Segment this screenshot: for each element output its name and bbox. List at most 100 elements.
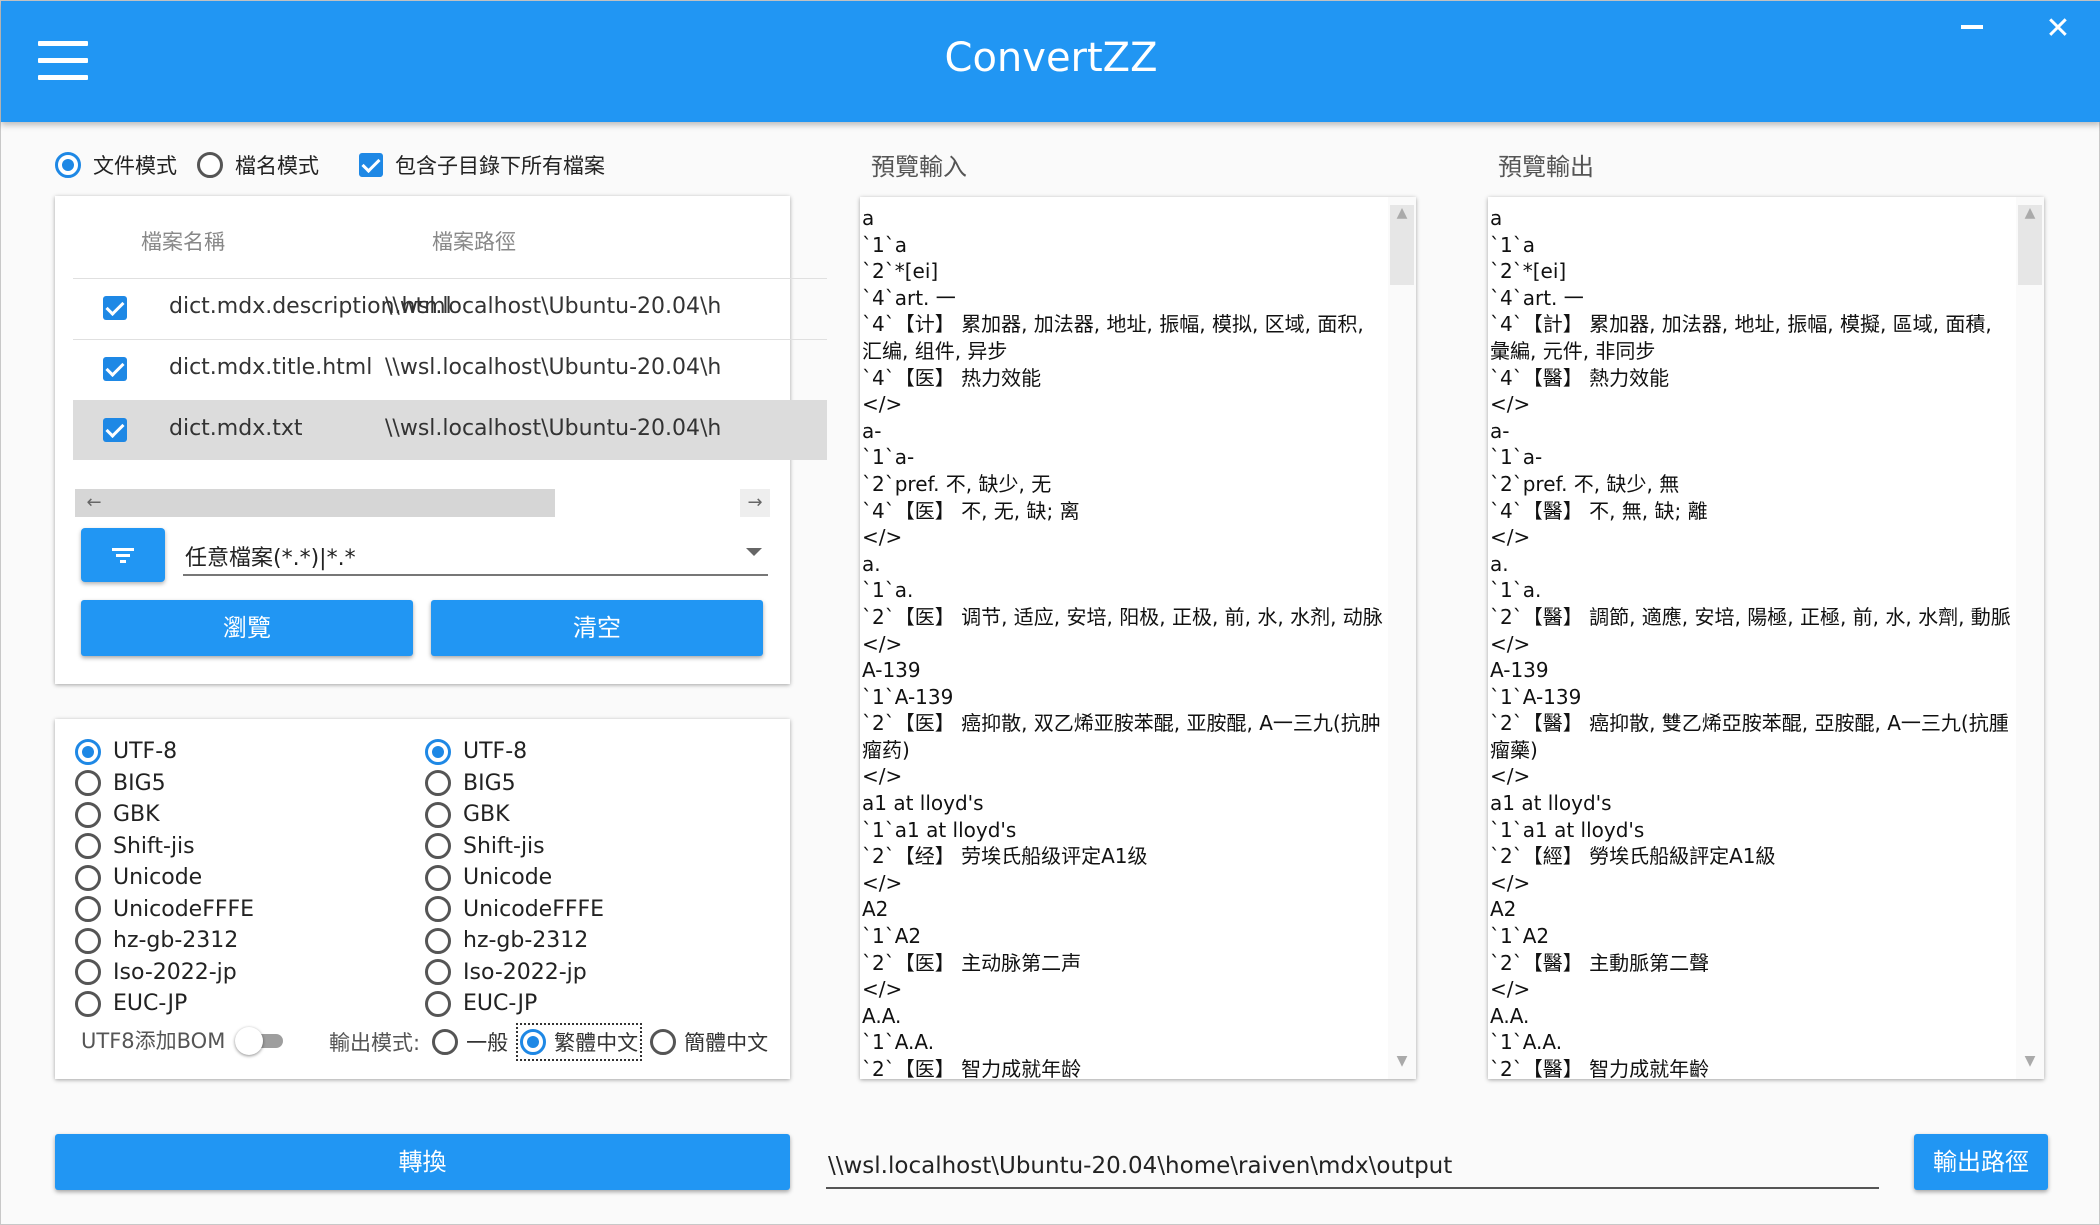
preview-input-label: 預覽輸入 xyxy=(871,153,967,181)
bom-setting: UTF8添加BOM xyxy=(81,1025,287,1055)
encoding-radio[interactable] xyxy=(75,927,101,954)
encoding-radio[interactable] xyxy=(75,864,101,891)
close-icon[interactable]: ✕ xyxy=(2043,11,2073,47)
output-encoding-option[interactable]: hz-gb-2312 xyxy=(425,925,604,957)
output-mode-radio[interactable] xyxy=(520,1029,547,1055)
row-checkbox[interactable] xyxy=(103,296,127,320)
arrow-up-icon[interactable]: ▲ xyxy=(2016,205,2044,221)
input-encoding-option[interactable]: Iso-2022-jp xyxy=(75,957,254,989)
output-encoding-option[interactable]: Iso-2022-jp xyxy=(425,957,604,989)
preview-output-text: a `1`a `2`*[ei] `4`art. 一 `4`【計】 累加器, 加法… xyxy=(1490,206,2011,1079)
output-encoding-option[interactable]: UTF-8 xyxy=(425,736,604,768)
encoding-radio[interactable] xyxy=(75,801,101,828)
encoding-label: BIG5 xyxy=(113,770,166,796)
include-subdirs-checkbox[interactable] xyxy=(359,153,383,177)
input-encoding-option[interactable]: GBK xyxy=(75,799,254,831)
encoding-radio[interactable] xyxy=(75,770,101,797)
encoding-radio[interactable] xyxy=(75,959,101,986)
encoding-radio[interactable] xyxy=(425,896,451,923)
vertical-scrollbar[interactable]: ▲ ▼ xyxy=(2016,197,2044,1079)
input-encoding-option[interactable]: UTF-8 xyxy=(75,736,254,768)
file-filter-value: 任意檔案(*.*)|*.* xyxy=(185,546,356,571)
bom-label: UTF8添加BOM xyxy=(81,1029,226,1053)
file-filter-select[interactable]: 任意檔案(*.*)|*.* xyxy=(183,532,768,576)
column-header-filepath[interactable]: 檔案路徑 xyxy=(432,226,516,256)
output-mode-option[interactable]: 繁體中文 xyxy=(516,1023,643,1061)
arrow-up-icon[interactable]: ▲ xyxy=(1388,205,1416,221)
row-checkbox[interactable] xyxy=(103,418,127,442)
input-encoding-option[interactable]: hz-gb-2312 xyxy=(75,925,254,957)
name-mode-option[interactable]: 檔名模式 xyxy=(197,150,319,180)
encoding-label: Iso-2022-jp xyxy=(463,959,587,985)
convert-button[interactable]: 轉換 xyxy=(55,1134,790,1190)
arrow-down-icon[interactable]: ▼ xyxy=(1388,1053,1416,1069)
file-mode-option[interactable]: 文件模式 xyxy=(55,150,177,180)
encoding-label: Iso-2022-jp xyxy=(113,959,237,985)
table-row[interactable]: dict.mdx.txt \\wsl.localhost\Ubuntu-20.0… xyxy=(73,400,827,460)
encoding-radio[interactable] xyxy=(75,738,101,765)
bom-toggle[interactable] xyxy=(235,1027,287,1055)
output-encoding-list: UTF-8 BIG5 GBK Shift-jis Unicode Unicode… xyxy=(425,736,604,1020)
input-encoding-option[interactable]: Unicode xyxy=(75,862,254,894)
chevron-down-icon[interactable] xyxy=(746,548,762,556)
arrow-right-icon[interactable]: → xyxy=(740,489,770,517)
file-mode-radio[interactable] xyxy=(55,152,81,178)
encoding-label: hz-gb-2312 xyxy=(113,928,239,954)
encoding-radio[interactable] xyxy=(425,990,451,1017)
output-mode-option[interactable]: 簡體中文 xyxy=(648,1025,770,1059)
encoding-radio[interactable] xyxy=(75,990,101,1017)
encoding-radio[interactable] xyxy=(425,738,451,765)
title-bar: ConvertZZ ✕ xyxy=(1,1,2100,122)
include-subdirs-label: 包含子目錄下所有檔案 xyxy=(395,154,605,178)
encoding-radio[interactable] xyxy=(425,864,451,891)
encoding-radio[interactable] xyxy=(75,833,101,860)
output-encoding-option[interactable]: Shift-jis xyxy=(425,831,604,863)
input-encoding-list: UTF-8 BIG5 GBK Shift-jis Unicode Unicode… xyxy=(75,736,254,1020)
encoding-radio[interactable] xyxy=(425,833,451,860)
preview-input-panel[interactable]: a `1`a `2`*[ei] `4`art. 一 `4`【计】 累加器, 加法… xyxy=(860,197,1416,1079)
output-encoding-option[interactable]: BIG5 xyxy=(425,768,604,800)
encoding-radio[interactable] xyxy=(425,959,451,986)
input-encoding-option[interactable]: UnicodeFFFE xyxy=(75,894,254,926)
browse-button[interactable]: 瀏覽 xyxy=(81,600,413,656)
arrow-left-icon[interactable]: ← xyxy=(79,489,109,517)
preview-input-text: a `1`a `2`*[ei] `4`art. 一 `4`【计】 累加器, 加法… xyxy=(862,206,1383,1079)
encoding-label: Shift-jis xyxy=(113,833,195,859)
output-encoding-option[interactable]: Unicode xyxy=(425,862,604,894)
output-mode-option-label: 繁體中文 xyxy=(554,1031,639,1055)
arrow-down-icon[interactable]: ▼ xyxy=(2016,1053,2044,1069)
output-mode-radio[interactable] xyxy=(432,1029,459,1055)
clear-button[interactable]: 清空 xyxy=(431,600,763,656)
output-encoding-option[interactable]: GBK xyxy=(425,799,604,831)
input-encoding-option[interactable]: Shift-jis xyxy=(75,831,254,863)
filter-button[interactable] xyxy=(81,528,165,582)
input-encoding-option[interactable]: BIG5 xyxy=(75,768,254,800)
output-mode-label: 輸出模式: xyxy=(329,1031,421,1055)
encoding-radio[interactable] xyxy=(75,896,101,923)
file-path: \\wsl.localhost\Ubuntu-20.04\h xyxy=(385,416,722,441)
output-mode-option-label: 一般 xyxy=(466,1031,509,1055)
include-subdirs-option[interactable]: 包含子目錄下所有檔案 xyxy=(359,150,605,180)
name-mode-radio[interactable] xyxy=(197,152,223,178)
encoding-radio[interactable] xyxy=(425,770,451,797)
minimize-icon[interactable] xyxy=(1961,25,1983,29)
preview-output-panel[interactable]: a `1`a `2`*[ei] `4`art. 一 `4`【計】 累加器, 加法… xyxy=(1488,197,2044,1079)
encoding-radio[interactable] xyxy=(425,801,451,828)
output-path-button[interactable]: 輸出路徑 xyxy=(1914,1134,2048,1190)
output-encoding-option[interactable]: EUC-JP xyxy=(425,988,604,1020)
output-mode-option-label: 簡體中文 xyxy=(684,1031,769,1055)
vertical-scrollbar[interactable]: ▲ ▼ xyxy=(1388,197,1416,1079)
table-row[interactable]: dict.mdx.title.html \\wsl.localhost\Ubun… xyxy=(73,339,827,399)
output-path-field[interactable]: \\wsl.localhost\Ubuntu-20.04\home\raiven… xyxy=(826,1141,1879,1189)
horizontal-scrollbar-thumb[interactable] xyxy=(75,489,555,517)
column-header-filename[interactable]: 檔案名稱 xyxy=(141,226,225,256)
encoding-radio[interactable] xyxy=(425,927,451,954)
encoding-label: BIG5 xyxy=(463,770,516,796)
output-mode-radio[interactable] xyxy=(650,1029,677,1055)
output-mode-option[interactable]: 一般 xyxy=(430,1025,510,1059)
row-checkbox[interactable] xyxy=(103,357,127,381)
file-list-panel: 檔案名稱 檔案路徑 dict.mdx.description.html \\ws… xyxy=(55,196,827,684)
table-row[interactable]: dict.mdx.description.html \\wsl.localhos… xyxy=(73,278,827,338)
input-encoding-option[interactable]: EUC-JP xyxy=(75,988,254,1020)
output-encoding-option[interactable]: UnicodeFFFE xyxy=(425,894,604,926)
